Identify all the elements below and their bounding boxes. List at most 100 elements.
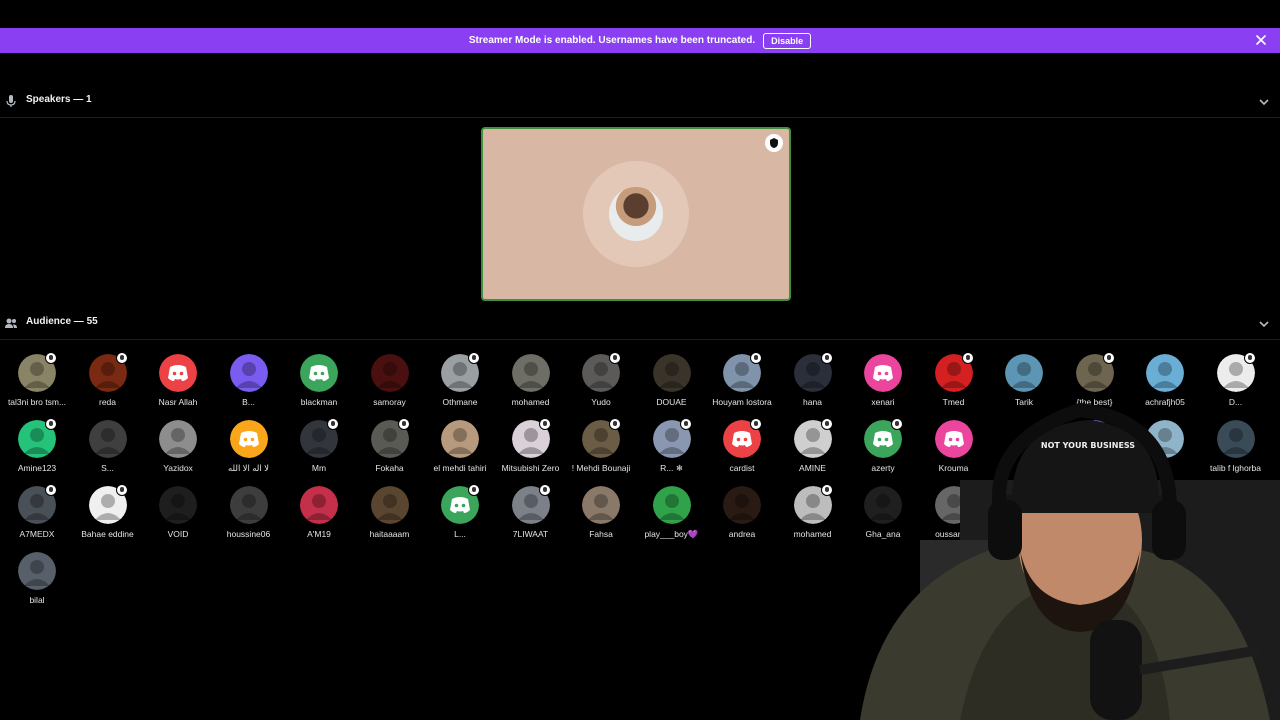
- muted-icon: [1243, 352, 1256, 364]
- cap-text: NOT YOUR BUSINESS: [1041, 441, 1135, 450]
- speaker-avatar[interactable]: [609, 187, 663, 241]
- audience-member[interactable]: blackman: [282, 352, 356, 418]
- audience-header[interactable]: Audience — 55: [0, 312, 1280, 334]
- avatar[interactable]: [1005, 354, 1043, 392]
- avatar[interactable]: [88, 420, 127, 458]
- avatar[interactable]: [441, 420, 479, 458]
- muted-icon: [327, 418, 339, 430]
- audience-member[interactable]: Fokaha: [353, 418, 427, 484]
- avatar[interactable]: [582, 486, 620, 524]
- avatar[interactable]: [511, 354, 550, 392]
- audience-member[interactable]: cardist: [705, 418, 779, 484]
- avatar[interactable]: [300, 486, 338, 524]
- muted-icon: [820, 418, 833, 430]
- audience-member[interactable]: haitaaaam: [353, 484, 427, 550]
- speaker-tile[interactable]: [481, 127, 791, 301]
- muted-icon: [820, 484, 833, 496]
- audience-member[interactable]: AMINE: [776, 418, 850, 484]
- audience-member[interactable]: ! Mehdi Bounaji: [564, 418, 638, 484]
- muted-icon: [115, 352, 128, 364]
- audience-member[interactable]: Nasr Allah: [141, 352, 215, 418]
- avatar[interactable]: [229, 486, 268, 524]
- audience-member[interactable]: andrea: [705, 484, 779, 550]
- avatar[interactable]: [370, 486, 409, 524]
- avatar[interactable]: [723, 486, 761, 524]
- banner-text: Streamer Mode is enabled. Usernames have…: [468, 35, 756, 46]
- audience-member[interactable]: houssine06: [212, 484, 286, 550]
- avatar[interactable]: [159, 420, 197, 458]
- divider: [0, 117, 1280, 118]
- audience-member[interactable]: Houyam lostora: [705, 352, 779, 418]
- audience-member[interactable]: 7LIWAAT: [494, 484, 568, 550]
- muted-icon: [538, 484, 551, 496]
- discord-logo-icon[interactable]: [229, 420, 268, 458]
- audience-member[interactable]: mohamed: [776, 484, 850, 550]
- audience-member[interactable]: A'M19: [282, 484, 356, 550]
- muted-icon: [820, 352, 833, 364]
- webcam-overlay: NOT YOUR BUSINESS: [840, 400, 1280, 720]
- audience-title: Audience — 55: [26, 316, 98, 327]
- audience-member[interactable]: mohamed: [494, 352, 568, 418]
- muted-icon: [115, 484, 128, 496]
- audience-member[interactable]: L...: [423, 484, 497, 550]
- audience-member[interactable]: play___boy💜: [635, 484, 709, 550]
- muted-icon: [45, 352, 57, 364]
- avatar[interactable]: [370, 354, 409, 392]
- streamer-mode-banner: Streamer Mode is enabled. Usernames have…: [0, 28, 1280, 53]
- discord-logo-icon[interactable]: [159, 354, 197, 392]
- muted-icon: [468, 484, 480, 496]
- audience-member[interactable]: hana: [776, 352, 850, 418]
- speakers-title: Speakers — 1: [26, 94, 92, 105]
- avatar[interactable]: [159, 486, 197, 524]
- audience-member[interactable]: VOID: [141, 484, 215, 550]
- audience-member[interactable]: A7MEDX: [0, 484, 74, 550]
- users-icon: [4, 316, 18, 330]
- audience-member[interactable]: لا اله الا الله: [212, 418, 286, 484]
- audience-member[interactable]: R... ❄: [635, 418, 709, 484]
- muted-icon: [750, 418, 762, 430]
- audience-member[interactable]: Yazidox: [141, 418, 215, 484]
- muted-icon: [468, 352, 480, 364]
- audience-member[interactable]: S...: [71, 418, 145, 484]
- audience-member[interactable]: B...: [212, 352, 286, 418]
- audience-member[interactable]: el mehdi tahiri: [423, 418, 497, 484]
- audience-member[interactable]: Othmane: [423, 352, 497, 418]
- audience-member[interactable]: Yudo: [564, 352, 638, 418]
- muted-icon: [538, 418, 551, 430]
- discord-logo-icon[interactable]: [300, 354, 338, 392]
- avatar[interactable]: [652, 486, 691, 524]
- avatar[interactable]: [652, 354, 691, 392]
- audience-member[interactable]: bilal: [0, 550, 74, 616]
- muted-icon: [397, 418, 410, 430]
- muted-icon: [609, 418, 621, 430]
- avatar[interactable]: [229, 354, 268, 392]
- divider: [0, 339, 1280, 340]
- discord-logo-icon[interactable]: [864, 354, 902, 392]
- muted-icon: [750, 352, 762, 364]
- avatar[interactable]: [1146, 354, 1184, 392]
- muted-icon: [45, 484, 57, 496]
- close-icon[interactable]: [1254, 33, 1268, 47]
- speakers-header[interactable]: Speakers — 1: [0, 90, 1280, 112]
- muted-icon: [679, 418, 692, 430]
- audience-member[interactable]: reda: [71, 352, 145, 418]
- muted-icon: [1102, 352, 1115, 364]
- disable-button[interactable]: Disable: [763, 32, 812, 49]
- chevron-down-icon[interactable]: [1258, 95, 1270, 107]
- avatar[interactable]: [18, 552, 56, 590]
- audience-member[interactable]: Mitsubishi Zero: [494, 418, 568, 484]
- muted-icon: [45, 418, 57, 430]
- audience-member[interactable]: samoray: [353, 352, 427, 418]
- member-name: bilal: [29, 595, 45, 605]
- moderator-badge-icon: [765, 134, 783, 152]
- audience-member[interactable]: Amine123: [0, 418, 74, 484]
- audience-member[interactable]: Bahae eddine: [71, 484, 145, 550]
- muted-icon: [961, 352, 974, 364]
- audience-member[interactable]: DOUAE: [635, 352, 709, 418]
- audience-member[interactable]: Mm: [282, 418, 356, 484]
- audience-member[interactable]: Fahsa: [564, 484, 638, 550]
- muted-icon: [609, 352, 621, 364]
- audience-member[interactable]: tal3ni bro tsm...: [0, 352, 74, 418]
- microphone-icon: [4, 94, 18, 108]
- chevron-down-icon[interactable]: [1258, 317, 1270, 329]
